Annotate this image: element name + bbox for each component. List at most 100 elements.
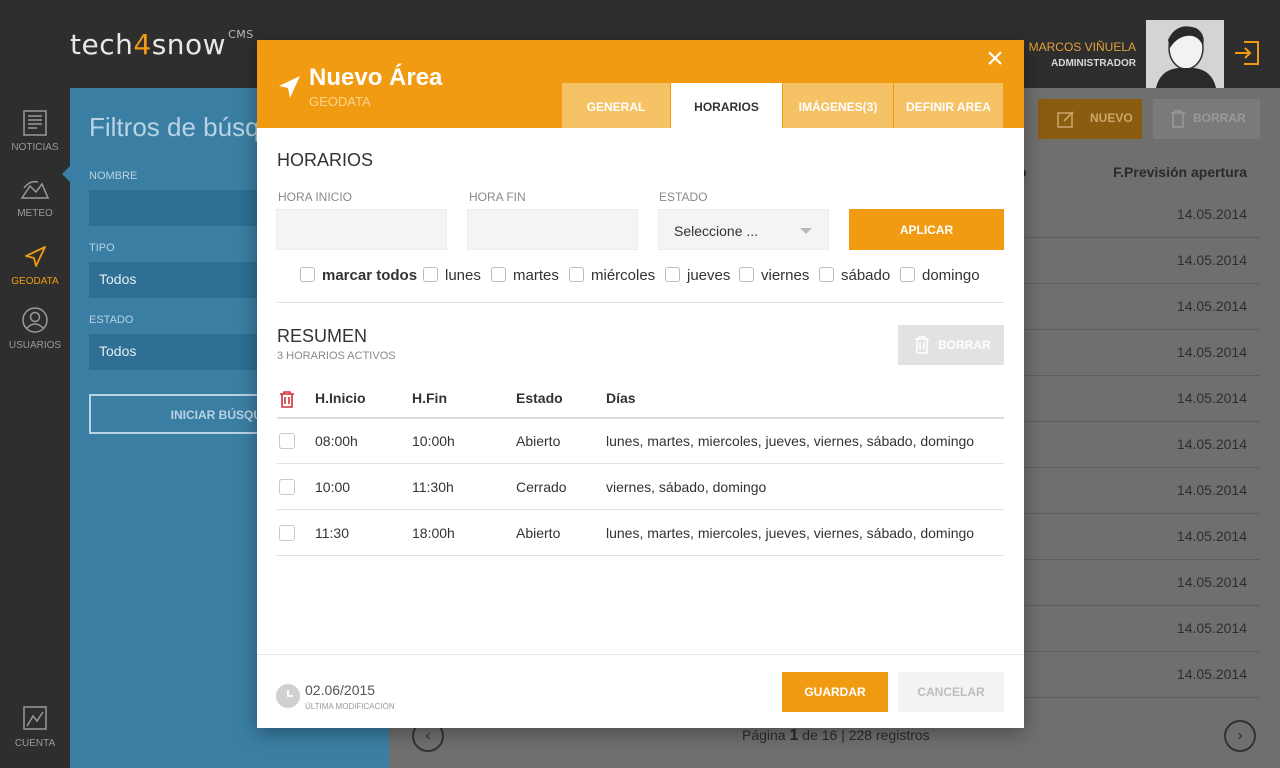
date-cell: 14.05.2014 bbox=[1176, 344, 1247, 360]
app-logo[interactable]: tech4snow CMS bbox=[70, 28, 254, 61]
trash-icon bbox=[280, 391, 294, 408]
checkbox[interactable] bbox=[569, 267, 584, 282]
day-label: martes bbox=[513, 267, 559, 284]
sidebar-item-noticias[interactable]: NOTICIAS bbox=[0, 110, 70, 153]
row-divider bbox=[1024, 283, 1260, 284]
hora-inicio-input[interactable] bbox=[276, 209, 447, 250]
nombre-label: NOMBRE bbox=[89, 170, 138, 182]
checkbox[interactable] bbox=[665, 267, 680, 282]
modal-header: Nuevo Área GEODATA × GENERAL HORARIOS IM… bbox=[257, 40, 1024, 128]
day-checkbox-miercoles[interactable]: miércoles bbox=[569, 267, 655, 287]
sidebar-item-geodata[interactable]: GEODATA bbox=[0, 244, 70, 287]
row-divider bbox=[1024, 605, 1260, 606]
day-label: domingo bbox=[922, 267, 980, 284]
logo-text-snow: snow bbox=[151, 28, 227, 61]
sidebar-item-label: CUENTA bbox=[14, 738, 56, 749]
chevron-down-icon bbox=[800, 228, 812, 234]
tab-horarios[interactable]: HORARIOS bbox=[671, 83, 782, 128]
checkbox[interactable] bbox=[423, 267, 438, 282]
tab-definir-area[interactable]: DEFINIR AREA bbox=[894, 83, 1003, 128]
row-divider bbox=[1024, 237, 1260, 238]
user-info[interactable]: MARCOS VIÑUELA ADMINISTRADOR bbox=[1029, 40, 1136, 69]
day-checkbox-marcar-todos[interactable]: marcar todos bbox=[300, 267, 417, 287]
save-button[interactable]: GUARDAR bbox=[782, 672, 888, 712]
pager-next-button[interactable]: › bbox=[1224, 720, 1256, 752]
day-label: miércoles bbox=[591, 267, 656, 284]
avatar[interactable] bbox=[1146, 20, 1224, 88]
cell-dias: viernes, sábado, domingo bbox=[606, 479, 767, 495]
close-icon: × bbox=[986, 42, 1004, 75]
logo-text-tech: tech bbox=[70, 28, 134, 61]
column-header-dias[interactable]: Días bbox=[606, 390, 636, 406]
day-label: sábado bbox=[841, 267, 891, 284]
day-checkbox-martes[interactable]: martes bbox=[491, 267, 559, 287]
sidebar: NOTICIAS METEO GEODATA USUARIOS CUENTA bbox=[0, 88, 70, 768]
tipo-label: TIPO bbox=[89, 242, 115, 254]
delete-selected-button[interactable] bbox=[279, 390, 295, 413]
estado-select[interactable]: Seleccione ... bbox=[658, 209, 829, 250]
cancel-button[interactable]: CANCELAR bbox=[898, 672, 1004, 712]
new-button-label: NUEVO bbox=[1090, 111, 1133, 125]
row-divider bbox=[1024, 559, 1260, 560]
hora-fin-input[interactable] bbox=[467, 209, 638, 250]
day-label: viernes bbox=[761, 267, 810, 284]
checkbox[interactable] bbox=[491, 267, 506, 282]
row-checkbox[interactable] bbox=[279, 525, 295, 541]
weather-icon bbox=[20, 180, 50, 199]
cell-dias: lunes, martes, miercoles, jueves, vierne… bbox=[606, 525, 975, 541]
date-cell: 14.05.2014 bbox=[1176, 666, 1247, 682]
date-cell: 14.05.2014 bbox=[1176, 528, 1247, 544]
estado-filter-label: ESTADO bbox=[89, 314, 134, 326]
delete-button-bg[interactable]: BORRAR bbox=[1153, 99, 1260, 139]
column-header-estado[interactable]: Estado bbox=[516, 390, 563, 406]
delete-schedules-button[interactable]: BORRAR bbox=[898, 325, 1004, 365]
horarios-title: HORARIOS bbox=[277, 150, 374, 170]
cell-fin: 10:00h bbox=[412, 433, 455, 449]
delete-button-label: BORRAR bbox=[1193, 111, 1246, 125]
pager-info: Página 1 de 16 | 228 registros bbox=[742, 727, 930, 745]
row-divider bbox=[1024, 329, 1260, 330]
row-divider bbox=[1024, 513, 1260, 514]
date-cell: 14.05.2014 bbox=[1176, 252, 1247, 268]
sidebar-active-indicator bbox=[62, 166, 70, 182]
section-divider bbox=[277, 302, 1004, 303]
tab-imagenes[interactable]: IMÁGENES(3) bbox=[783, 83, 893, 128]
row-checkbox[interactable] bbox=[279, 479, 295, 495]
sidebar-item-cuenta[interactable]: CUENTA bbox=[0, 704, 70, 749]
row-divider bbox=[277, 463, 1004, 464]
last-modified-date: 02.06/2015 bbox=[305, 682, 376, 698]
close-button[interactable]: × bbox=[982, 44, 1008, 74]
row-divider bbox=[277, 509, 1004, 510]
date-cell: 14.05.2014 bbox=[1176, 574, 1247, 590]
table-header-divider bbox=[277, 417, 1004, 419]
tab-general[interactable]: GENERAL bbox=[562, 83, 670, 128]
column-header-apertura[interactable]: F.Previsión apertura bbox=[1030, 164, 1247, 180]
day-checkbox-lunes[interactable]: lunes bbox=[423, 267, 481, 287]
chevron-right-icon: › bbox=[1237, 727, 1243, 744]
row-checkbox[interactable] bbox=[279, 433, 295, 449]
sidebar-item-usuarios[interactable]: USUARIOS bbox=[0, 306, 70, 351]
logout-button[interactable] bbox=[1232, 38, 1262, 68]
last-modified-label: ÚLTIMA MODIFICACIÓN bbox=[305, 702, 395, 711]
pager-current: 1 bbox=[789, 727, 799, 744]
apply-button[interactable]: APLICAR bbox=[849, 209, 1004, 250]
column-header-inicio[interactable]: H.Inicio bbox=[315, 390, 366, 406]
trash-icon bbox=[915, 336, 929, 354]
new-button[interactable]: NUEVO bbox=[1038, 99, 1142, 139]
day-checkbox-jueves[interactable]: jueves bbox=[665, 267, 730, 287]
checkbox[interactable] bbox=[300, 267, 315, 282]
user-role: ADMINISTRADOR bbox=[1051, 58, 1136, 69]
trash-icon bbox=[1171, 110, 1185, 128]
checkbox[interactable] bbox=[819, 267, 834, 282]
day-checkbox-domingo[interactable]: domingo bbox=[900, 267, 980, 287]
news-icon bbox=[23, 110, 47, 136]
column-header-fin[interactable]: H.Fin bbox=[412, 390, 447, 406]
pager-suffix: de 16 | 228 registros bbox=[802, 727, 930, 743]
day-checkbox-viernes[interactable]: viernes bbox=[739, 267, 809, 287]
sidebar-item-meteo[interactable]: METEO bbox=[0, 178, 70, 219]
day-checkbox-sabado[interactable]: sábado bbox=[819, 267, 890, 287]
checkbox[interactable] bbox=[739, 267, 754, 282]
sidebar-item-label: GEODATA bbox=[11, 276, 59, 287]
delete-schedules-label: BORRAR bbox=[938, 338, 991, 352]
checkbox[interactable] bbox=[900, 267, 915, 282]
